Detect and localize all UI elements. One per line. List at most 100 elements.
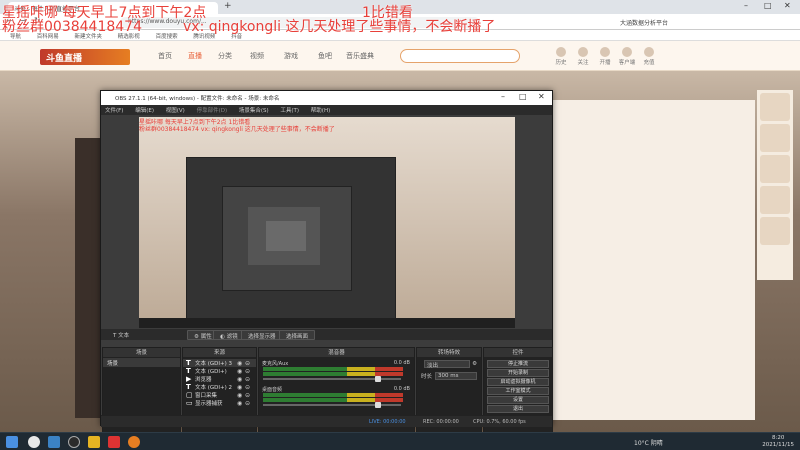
volume-meter [263, 367, 403, 371]
nav-item[interactable]: 直播 [188, 51, 202, 61]
eye-icon[interactable]: ◉ [237, 384, 245, 391]
volume-slider-knob[interactable] [375, 402, 382, 408]
menu-item[interactable]: 停靠部件(D) [197, 108, 228, 114]
volume-meter [263, 393, 403, 397]
douyu-search-input[interactable] [400, 49, 520, 63]
source-item[interactable]: T 文本 (GDI+) 2 ◉ ⊝ [183, 383, 256, 391]
gear-icon[interactable]: ⚙ [472, 361, 477, 367]
history-icon[interactable]: 历史 [550, 47, 572, 66]
menu-item[interactable]: 场景集合(S) [239, 108, 269, 114]
nav-item[interactable]: 分类 [218, 51, 232, 61]
side-widget[interactable] [760, 186, 790, 214]
obs-icon[interactable] [68, 436, 80, 448]
source-item[interactable]: T 文本 (GDI+) ◉ ⊝ [183, 367, 256, 375]
system-clock[interactable]: 8:20 2021/11/15 [762, 435, 794, 449]
eye-icon[interactable]: ◉ [237, 368, 245, 375]
douyu-logo[interactable]: 斗鱼直播 [40, 49, 130, 65]
side-widget[interactable] [760, 217, 790, 245]
nav-item[interactable]: 首页 [158, 51, 172, 61]
menu-item[interactable]: 帮助(H) [311, 108, 330, 114]
obs-status-bar: LIVE: 00:00:00 REC: 00:00:00 CPU: 0.7%, … [101, 415, 552, 427]
bookmark-right[interactable]: 大涵数据分析平台 [620, 18, 668, 27]
recharge-icon[interactable]: 充值 [638, 47, 660, 66]
volume-slider[interactable] [263, 376, 401, 382]
dock-title: 来源 [183, 348, 256, 358]
source-item[interactable]: ▢ 窗口采集 ◉ ⊝ [183, 391, 256, 399]
obs-window: OBS 27.1.1 (64-bit, windows) - 配置文件: 未命名… [100, 90, 553, 445]
new-tab-button[interactable]: + [224, 1, 232, 11]
start-icon[interactable] [6, 436, 18, 448]
source-item[interactable]: T 文本 (GDI+) 3 ◉ ⊝ [183, 359, 256, 367]
transitions-dock: 转场特效 淡出 ⚙ 时长 300 ms [416, 347, 482, 445]
douyu-header: 斗鱼直播 首页 直播 分类 视频 游戏 鱼吧 音乐盛典 历史 关注 开播 客户端… [0, 41, 800, 71]
weather-widget[interactable]: 10°C 阴晴 [634, 438, 663, 447]
sources-dock: 来源 T 文本 (GDI+) 3 ◉ ⊝ T 文本 (GDI+) ◉ ⊝ ▶ 浏览器 ◉ ⊝ T文… [182, 347, 257, 445]
source-item[interactable]: ▭ 显示器捕获 ◉ ⊝ [183, 399, 256, 407]
transition-select[interactable]: 淡出 [424, 360, 471, 369]
maximize-icon[interactable]: □ [764, 1, 772, 10]
cpu-status: CPU: 0.7%, 60.00 fps [473, 419, 526, 425]
lock-icon[interactable]: ⊝ [245, 392, 253, 399]
eye-icon[interactable]: ◉ [237, 400, 245, 407]
bookmark-item[interactable]: 百度搜索 [156, 34, 178, 40]
duration-input[interactable]: 300 ms [435, 372, 477, 380]
select-frame-button[interactable]: 选择画面 [279, 330, 316, 340]
lock-icon[interactable]: ⊝ [245, 400, 253, 407]
side-widget[interactable] [760, 93, 790, 121]
minimize-icon[interactable]: – [744, 1, 748, 10]
minimize-icon[interactable]: – [501, 92, 505, 101]
edge-icon[interactable] [48, 436, 60, 448]
virtual-camera-button[interactable]: 启动虚拟摄像机 [487, 378, 549, 386]
close-icon[interactable]: ✕ [784, 1, 791, 10]
nav-item[interactable]: 鱼吧 [318, 51, 332, 61]
mixer-track: 桌面音频 0.0 dB [259, 384, 414, 410]
lock-icon[interactable]: ⊝ [245, 384, 253, 391]
settings-button[interactable]: 设置 [487, 396, 549, 404]
obs-docks: 场景 场景 + − ∧ ∨ 来源 T文本 (GDI+) 3◉⊝ T文本 (GDI… [101, 347, 553, 445]
menu-item[interactable]: 文件(F) [105, 108, 123, 114]
side-widget[interactable] [760, 155, 790, 183]
start-recording-button[interactable]: 开始录制 [487, 369, 549, 377]
lock-icon[interactable]: ⊝ [245, 368, 253, 375]
volume-slider[interactable] [263, 402, 401, 408]
track-db: 0.0 dB [393, 360, 410, 366]
source-item[interactable]: ▶ 浏览器 ◉ ⊝ [183, 375, 256, 383]
folder-icon[interactable] [88, 436, 100, 448]
scene-item[interactable]: 场景 [103, 358, 180, 367]
preview-nested-obs [186, 157, 396, 325]
eye-icon[interactable]: ◉ [237, 360, 245, 367]
side-widget[interactable] [760, 124, 790, 152]
menu-item[interactable]: 编辑(E) [135, 108, 154, 114]
lock-icon[interactable]: ⊝ [245, 360, 253, 367]
menu-item[interactable]: 视图(V) [166, 108, 185, 114]
menu-item[interactable]: 工具(T) [280, 108, 299, 114]
track-db: 0.0 dB [393, 386, 410, 392]
exit-button[interactable]: 退出 [487, 405, 549, 413]
nav-item[interactable]: 音乐盛典 [346, 51, 374, 61]
filters-button[interactable]: ◐ 滤镜 [213, 330, 245, 340]
obs-preview[interactable]: 星摇咔哪 每天早上7点到下午2点 1比错看 粉丝群003844184​74 vx… [139, 117, 515, 328]
preview-nested-obs [248, 207, 320, 265]
eye-icon[interactable]: ◉ [237, 376, 245, 383]
studio-mode-button[interactable]: 工作室模式 [487, 387, 549, 395]
volume-slider-knob[interactable] [375, 376, 382, 382]
stream-overlay-text: 粉丝群0038441847​4 [2, 19, 142, 35]
live-status: LIVE: 00:00:00 [369, 419, 406, 425]
stop-streaming-button[interactable]: 停止推流 [487, 360, 549, 368]
app-icon[interactable] [128, 436, 140, 448]
maximize-icon[interactable]: □ [519, 92, 527, 101]
search-icon[interactable] [28, 436, 40, 448]
follow-icon[interactable]: 关注 [572, 47, 594, 66]
select-display-button[interactable]: 选择显示器 [241, 330, 283, 340]
nav-item[interactable]: 游戏 [284, 51, 298, 61]
eye-icon[interactable]: ◉ [237, 392, 245, 399]
broadcast-icon[interactable]: 开播 [594, 47, 616, 66]
preview-taskbar [139, 318, 515, 328]
app-icon[interactable] [108, 436, 120, 448]
nav-item[interactable]: 视频 [250, 51, 264, 61]
stream-overlay-text: vx: qingkongli 这几天处理了些事情，不会断播了 [183, 19, 496, 35]
lock-icon[interactable]: ⊝ [245, 376, 253, 383]
duration-row: 时长 300 ms [417, 370, 481, 382]
client-icon[interactable]: 客户端 [616, 47, 638, 66]
close-icon[interactable]: ✕ [538, 92, 545, 101]
